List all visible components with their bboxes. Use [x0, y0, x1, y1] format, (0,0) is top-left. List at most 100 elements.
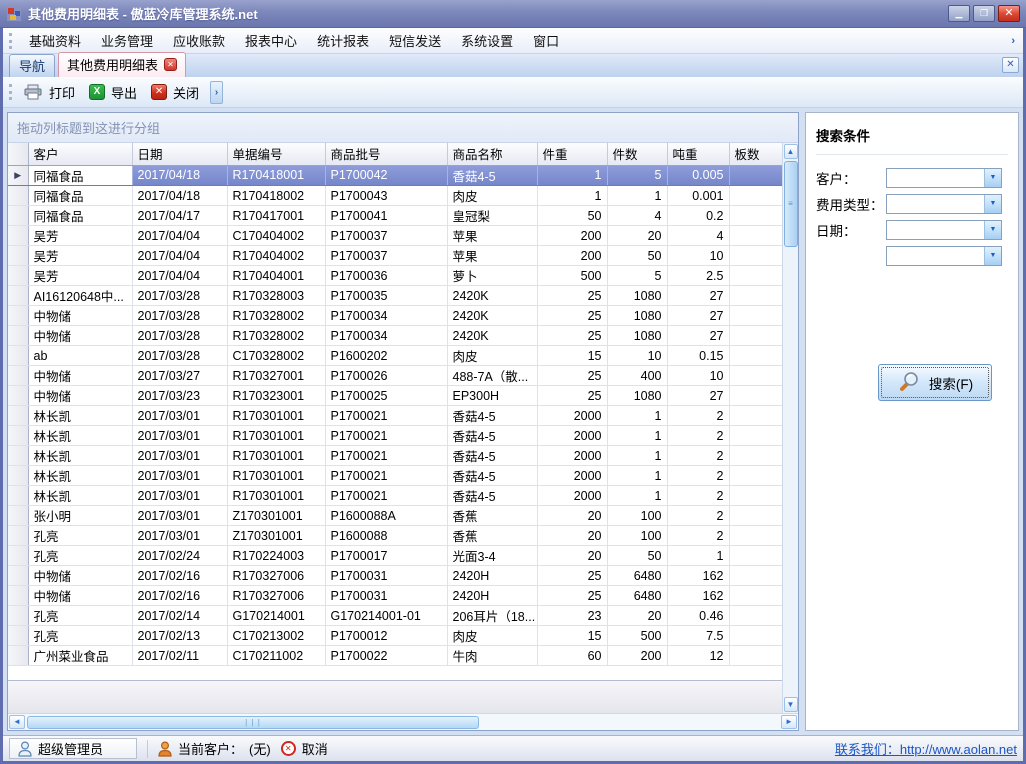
grid-cell[interactable]: C170213002 — [227, 626, 325, 646]
table-row[interactable]: 吴芳2017/04/04R170404002P1700037苹果2005010 — [8, 246, 782, 266]
grid-cell[interactable]: 林长凯 — [28, 426, 132, 446]
grid-cell[interactable]: P1700034 — [325, 326, 447, 346]
table-row[interactable]: ▶同福食品2017/04/18R170418001P1700042香菇4-515… — [8, 166, 782, 186]
grid-cell[interactable]: 香菇4-5 — [447, 486, 537, 506]
grid-cell[interactable]: R170404002 — [227, 246, 325, 266]
grid-cell[interactable]: 488-7A（散... — [447, 366, 537, 386]
grid-cell[interactable]: P1700041 — [325, 206, 447, 226]
table-row[interactable]: 张小明2017/03/01Z170301001P1600088A香蕉201002 — [8, 506, 782, 526]
grid-cell[interactable]: 2017/02/16 — [132, 566, 227, 586]
search-field-combo-2[interactable]: ▼ — [886, 220, 1002, 240]
table-row[interactable]: 孔亮2017/02/14G170214001G170214001-01206耳片… — [8, 606, 782, 626]
table-row[interactable]: 中物储2017/02/16R170327006P17000312420H2564… — [8, 586, 782, 606]
grid-cell[interactable]: P1700042 — [325, 166, 447, 186]
grid-cell[interactable]: 27 — [667, 386, 729, 406]
column-header-1[interactable]: 日期 — [132, 143, 227, 165]
horizontal-scroll-thumb[interactable]: | | | — [27, 716, 479, 729]
grid-cell[interactable]: 肉皮 — [447, 346, 537, 366]
grid-cell[interactable]: 0.2 — [667, 206, 729, 226]
vertical-scrollbar[interactable]: ▲ ≡ ▼ — [782, 143, 798, 713]
column-header-2[interactable]: 单据编号 — [227, 143, 325, 165]
grid-cell[interactable]: 1 — [607, 466, 667, 486]
cancel-action[interactable]: ✕ 取消 — [281, 739, 328, 758]
grid-cell[interactable]: 10 — [667, 246, 729, 266]
table-row[interactable]: 中物储2017/03/28R170328002P17000342420K2510… — [8, 306, 782, 326]
column-header-8[interactable]: 板数 — [729, 143, 782, 165]
grid-cell[interactable]: G170214001 — [227, 606, 325, 626]
search-field-combo-0[interactable]: ▼ — [886, 168, 1002, 188]
maximize-button[interactable]: ❒ — [973, 5, 995, 22]
grid-cell[interactable]: 苹果 — [447, 246, 537, 266]
grid-cell[interactable]: ab — [28, 346, 132, 366]
vertical-scroll-thumb[interactable]: ≡ — [784, 161, 798, 247]
grid-cell[interactable]: 25 — [537, 366, 607, 386]
contact-link[interactable]: 联系我们：http://www.aolan.net — [835, 739, 1017, 758]
table-row[interactable]: ab2017/03/28C170328002P1600202肉皮15100.15 — [8, 346, 782, 366]
grid-cell[interactable]: 林长凯 — [28, 486, 132, 506]
search-field-combo-3[interactable]: ▼ — [886, 246, 1002, 266]
grid-cell[interactable]: 2 — [667, 406, 729, 426]
grid-cell[interactable]: P1700021 — [325, 406, 447, 426]
grid-cell[interactable]: 2017/03/01 — [132, 466, 227, 486]
grid-cell[interactable]: 100 — [607, 526, 667, 546]
grid-cell[interactable]: 2017/02/13 — [132, 626, 227, 646]
grid-cell[interactable]: 2017/03/28 — [132, 286, 227, 306]
grid-cell[interactable] — [729, 566, 782, 586]
grid-cell[interactable]: 2017/04/17 — [132, 206, 227, 226]
grid-cell[interactable]: 20 — [537, 526, 607, 546]
grid-cell[interactable] — [729, 326, 782, 346]
grid-cell[interactable]: P1700031 — [325, 586, 447, 606]
grid-cell[interactable]: 2017/04/04 — [132, 246, 227, 266]
grid-cell[interactable] — [729, 586, 782, 606]
grid-cell[interactable] — [729, 266, 782, 286]
grid-cell[interactable]: 1 — [607, 426, 667, 446]
grid-cell[interactable]: 20 — [607, 226, 667, 246]
combo-dropdown-icon[interactable]: ▼ — [984, 169, 1001, 187]
grid-cell[interactable] — [729, 166, 782, 186]
grid-cell[interactable] — [729, 506, 782, 526]
grid-cell[interactable]: 25 — [537, 286, 607, 306]
grid-cell[interactable]: 20 — [537, 546, 607, 566]
table-row[interactable]: AI16120648中...2017/03/28R170328003P17000… — [8, 286, 782, 306]
grid-cell[interactable]: 20 — [607, 606, 667, 626]
table-row[interactable]: 吴芳2017/04/04C170404002P1700037苹果200204 — [8, 226, 782, 246]
grid-cell[interactable]: 2017/03/01 — [132, 526, 227, 546]
grid-cell[interactable]: 同福食品 — [28, 186, 132, 206]
grid-cell[interactable]: R170301001 — [227, 406, 325, 426]
grid-cell[interactable]: 12 — [667, 646, 729, 666]
grid-cell[interactable]: 25 — [537, 386, 607, 406]
grid-cell[interactable]: 2017/04/04 — [132, 226, 227, 246]
grid-cell[interactable]: 2 — [667, 486, 729, 506]
column-header-6[interactable]: 件数 — [607, 143, 667, 165]
grid-cell[interactable]: R170323001 — [227, 386, 325, 406]
tabstrip-close-button[interactable]: ✕ — [1002, 57, 1019, 73]
grid-cell[interactable]: P1700025 — [325, 386, 447, 406]
grid-cell[interactable]: 5 — [607, 166, 667, 186]
menu-item-1[interactable]: 业务管理 — [91, 27, 163, 54]
grid-cell[interactable]: 2 — [667, 466, 729, 486]
grid-cell[interactable]: 2000 — [537, 406, 607, 426]
scroll-down-icon[interactable]: ▼ — [784, 697, 798, 712]
grid-cell[interactable]: 2017/03/01 — [132, 406, 227, 426]
grid-cell[interactable]: 2420H — [447, 586, 537, 606]
grid-cell[interactable]: P1700043 — [325, 186, 447, 206]
grid-cell[interactable]: 23 — [537, 606, 607, 626]
grid-cell[interactable]: 林长凯 — [28, 446, 132, 466]
grid-cell[interactable] — [729, 466, 782, 486]
grid-cell[interactable]: P1700012 — [325, 626, 447, 646]
grid-cell[interactable]: 2017/03/28 — [132, 346, 227, 366]
grid-cell[interactable]: P1700021 — [325, 446, 447, 466]
print-button[interactable]: 打印 — [19, 80, 84, 105]
grid-cell[interactable]: 162 — [667, 566, 729, 586]
grid-cell[interactable] — [729, 606, 782, 626]
grid-cell[interactable]: 6480 — [607, 586, 667, 606]
grid-cell[interactable]: 肉皮 — [447, 626, 537, 646]
grid-cell[interactable]: R170417001 — [227, 206, 325, 226]
grid-cell[interactable]: 206耳片（18... — [447, 606, 537, 626]
grid-cell[interactable]: 2420K — [447, 306, 537, 326]
grid-cell[interactable]: 27 — [667, 306, 729, 326]
grid-cell[interactable]: 25 — [537, 306, 607, 326]
grid-cell[interactable]: 2420H — [447, 566, 537, 586]
table-row[interactable]: 同福食品2017/04/17R170417001P1700041皇冠梨5040.… — [8, 206, 782, 226]
grid-cell[interactable]: 20 — [537, 506, 607, 526]
